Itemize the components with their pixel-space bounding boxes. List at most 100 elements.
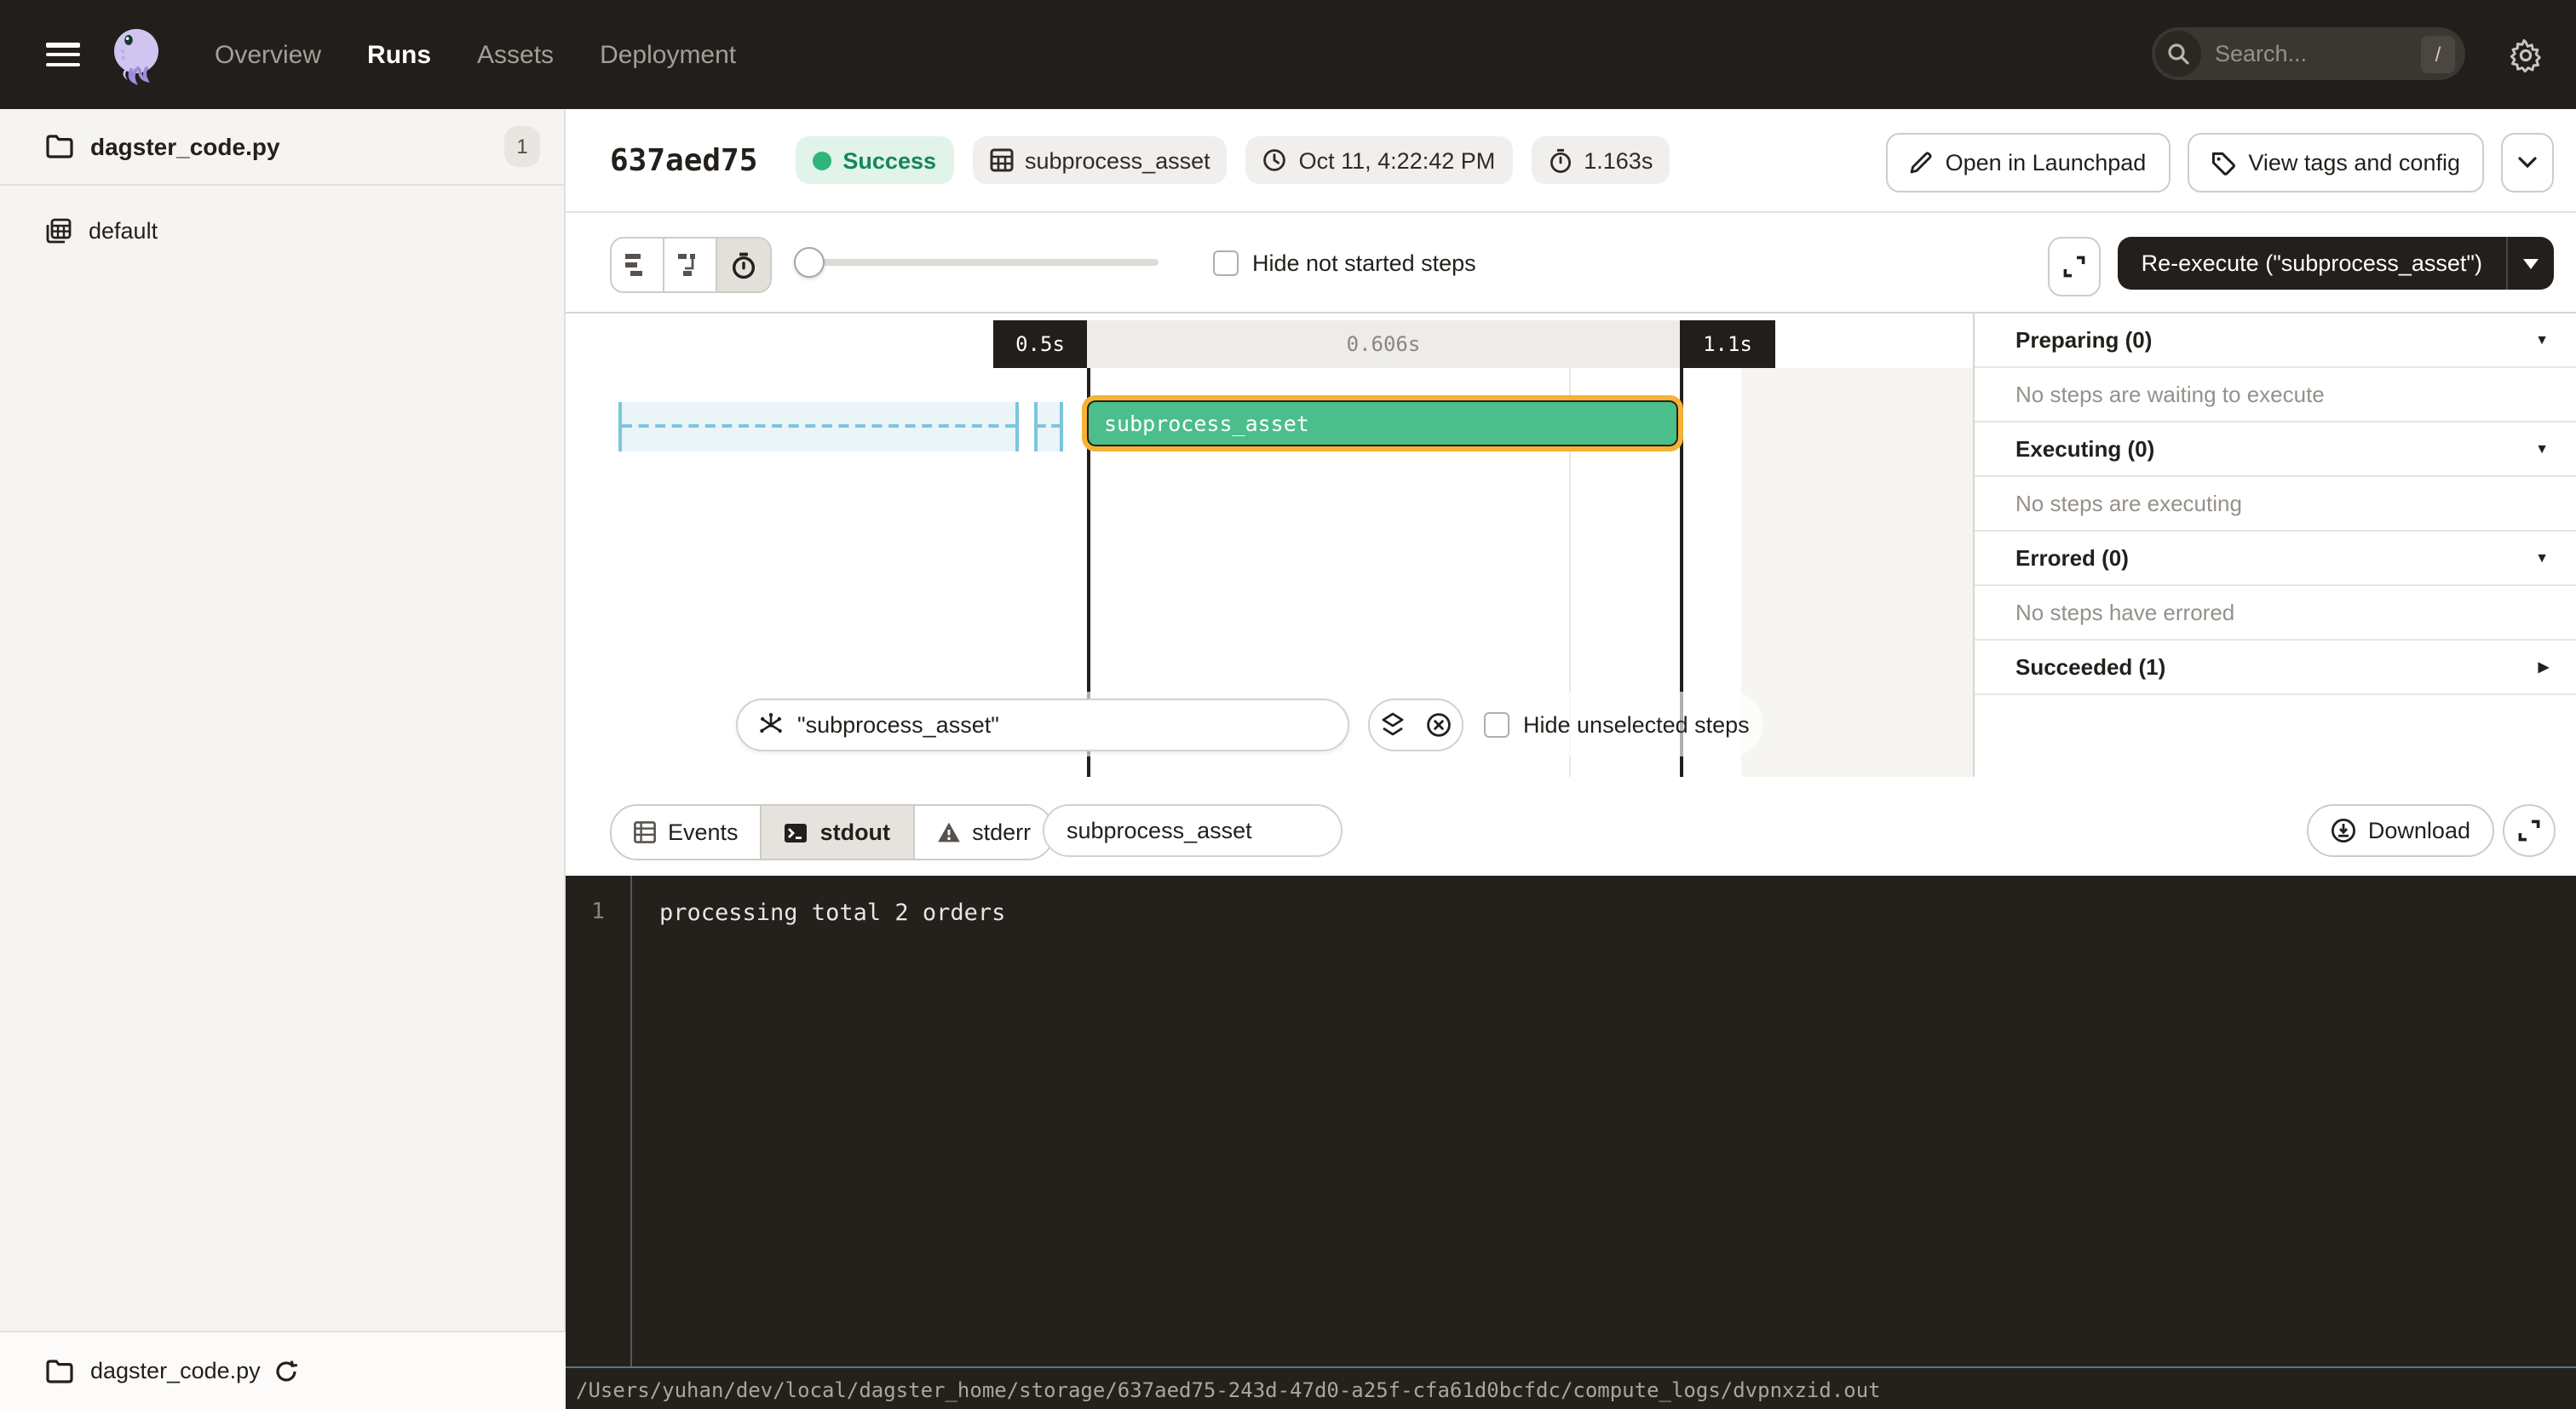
- view-tags-config-button[interactable]: View tags and config: [2187, 133, 2484, 193]
- nav-deployment[interactable]: Deployment: [600, 40, 736, 69]
- main-content: 637aed75 Success subprocess_asset Oct 11…: [566, 109, 2576, 1409]
- nav-assets[interactable]: Assets: [477, 40, 554, 69]
- gantt-tick-start: 0.5s: [993, 320, 1087, 368]
- open-in-launchpad-button[interactable]: Open in Launchpad: [1886, 133, 2171, 193]
- gear-icon[interactable]: [2508, 37, 2544, 73]
- caret-down-icon: [2523, 258, 2539, 268]
- step-filter-row: "subprocess_asset" Hide unselected steps: [736, 692, 1763, 756]
- tag-icon: [2211, 151, 2234, 175]
- section-succeeded[interactable]: Succeeded (1)▶: [1975, 641, 2576, 695]
- search-shortcut-badge: /: [2421, 35, 2455, 72]
- sidebar-item-code-location[interactable]: dagster_code.py 1: [0, 109, 564, 186]
- log-fullscreen-button[interactable]: [2503, 804, 2556, 857]
- run-count-badge: 1: [504, 126, 540, 167]
- step-status-panel: Preparing (0)▼ No steps are waiting to e…: [1973, 313, 2576, 777]
- expand-icon: [2063, 256, 2085, 278]
- log-step-selector[interactable]: subprocess_asset: [1043, 804, 1343, 857]
- duration-tag: 1.163s: [1531, 136, 1670, 184]
- log-actions: Download: [2307, 804, 2556, 857]
- search-icon: [2155, 31, 2201, 77]
- nav-runs[interactable]: Runs: [367, 40, 431, 69]
- download-button[interactable]: Download: [2307, 804, 2494, 857]
- gantt-view-mode-group: [610, 237, 772, 293]
- checkbox-icon[interactable]: [1484, 711, 1509, 737]
- primary-nav: Overview Runs Assets Deployment: [215, 40, 736, 69]
- log-viewer[interactable]: 1 processing total 2 orders: [566, 876, 2576, 1366]
- step-filter-input[interactable]: "subprocess_asset": [736, 698, 1349, 751]
- run-id: 637aed75: [610, 142, 757, 178]
- filter-actions: [1368, 698, 1463, 751]
- gantt-canvas[interactable]: 0.606s 0.5s 1.1s subprocess_asset "subpr…: [566, 313, 1973, 777]
- section-executing-body: No steps are executing: [1975, 477, 2576, 532]
- tab-events[interactable]: Events: [612, 806, 762, 859]
- top-nav: Overview Runs Assets Deployment Search..…: [0, 0, 2576, 109]
- run-header: 637aed75 Success subprocess_asset Oct 11…: [566, 109, 2576, 213]
- gantt-tick-end: 1.1s: [1680, 320, 1775, 368]
- grid-icon: [989, 148, 1013, 172]
- folder-icon: [46, 135, 73, 158]
- section-preparing[interactable]: Preparing (0)▼: [1975, 313, 2576, 368]
- gantt-after-run-shade: [1741, 368, 1973, 777]
- reload-icon[interactable]: [274, 1359, 298, 1383]
- section-errored[interactable]: Errored (0)▼: [1975, 532, 2576, 586]
- view-timed-icon[interactable]: [717, 239, 770, 291]
- gantt-section: 0.606s 0.5s 1.1s subprocess_asset "subpr…: [566, 313, 2576, 777]
- search-placeholder: Search...: [2215, 41, 2421, 66]
- folder-icon: [46, 1359, 73, 1383]
- checkbox-icon[interactable]: [1213, 250, 1239, 276]
- job-icon: [46, 217, 72, 243]
- status-badge: Success: [795, 136, 953, 184]
- log-file-path: /Users/yuhan/dev/local/dagster_home/stor…: [566, 1377, 1881, 1401]
- step-filter-query: "subprocess_asset": [797, 711, 999, 737]
- tab-stderr[interactable]: stderr: [914, 806, 1053, 859]
- reexecute-dropdown[interactable]: [2506, 237, 2554, 290]
- section-errored-body: No steps have errored: [1975, 586, 2576, 641]
- nav-overview[interactable]: Overview: [215, 40, 321, 69]
- warning-icon: [936, 821, 960, 843]
- reexecute-button[interactable]: Re-execute ("subprocess_asset"): [2118, 237, 2554, 290]
- gantt-duration-band: 0.606s: [1087, 320, 1680, 368]
- zoom-slider-track[interactable]: [809, 259, 1159, 266]
- status-dot-icon: [812, 151, 831, 170]
- clock-icon: [1263, 148, 1287, 172]
- graph-query-icon: [758, 711, 784, 737]
- line-text: processing total 2 orders: [630, 900, 1005, 927]
- terminal-icon: [785, 822, 808, 843]
- expand-icon: [2518, 820, 2540, 842]
- job-label: default: [89, 217, 158, 243]
- menu-icon[interactable]: [46, 43, 80, 66]
- log-tabs: Events stdout stderr: [610, 804, 1055, 860]
- sidebar-footer: dagster_code.py: [0, 1331, 566, 1409]
- view-flat-icon[interactable]: [612, 239, 664, 291]
- footer-code-location-label: dagster_code.py: [90, 1358, 261, 1383]
- caret-down-icon: ▼: [2535, 441, 2549, 457]
- layers-icon[interactable]: [1370, 698, 1416, 751]
- tab-stdout[interactable]: stdout: [762, 806, 915, 859]
- pencil-icon: [1910, 152, 1932, 174]
- section-executing[interactable]: Executing (0)▼: [1975, 423, 2576, 477]
- gantt-waiting-indicator-tail: [1034, 402, 1063, 451]
- section-preparing-body: No steps are waiting to execute: [1975, 368, 2576, 423]
- left-sidebar: dagster_code.py 1 default dagster_code.p…: [0, 109, 566, 1409]
- gantt-waiting-indicator: [618, 402, 1019, 451]
- job-tag[interactable]: subprocess_asset: [972, 136, 1228, 184]
- code-location-label: dagster_code.py: [90, 133, 504, 160]
- gutter-divider: [630, 876, 632, 1366]
- clear-filter-icon[interactable]: [1416, 698, 1462, 751]
- log-toolbar: Events stdout stderr subprocess_asset Do…: [566, 777, 2576, 876]
- header-actions: Open in Launchpad View tags and config: [1886, 133, 2554, 193]
- stopwatch-icon: [1548, 147, 1572, 173]
- hide-not-started-checkbox[interactable]: Hide not started steps: [1213, 250, 1476, 276]
- gantt-fullscreen-button[interactable]: [2048, 237, 2101, 296]
- table-icon: [634, 821, 656, 843]
- sidebar-item-job-default[interactable]: default: [0, 199, 564, 261]
- timestamp-tag: Oct 11, 4:22:42 PM: [1246, 136, 1513, 184]
- search-input[interactable]: Search... /: [2152, 27, 2465, 80]
- caret-right-icon: ▶: [2539, 659, 2549, 675]
- zoom-slider-handle[interactable]: [794, 247, 825, 278]
- more-actions-button[interactable]: [2501, 133, 2554, 193]
- dagster-logo-icon[interactable]: [104, 22, 169, 87]
- view-waterfall-icon[interactable]: [664, 239, 717, 291]
- hide-unselected-checkbox[interactable]: Hide unselected steps: [1484, 711, 1750, 737]
- gantt-step-bar[interactable]: subprocess_asset: [1087, 400, 1678, 446]
